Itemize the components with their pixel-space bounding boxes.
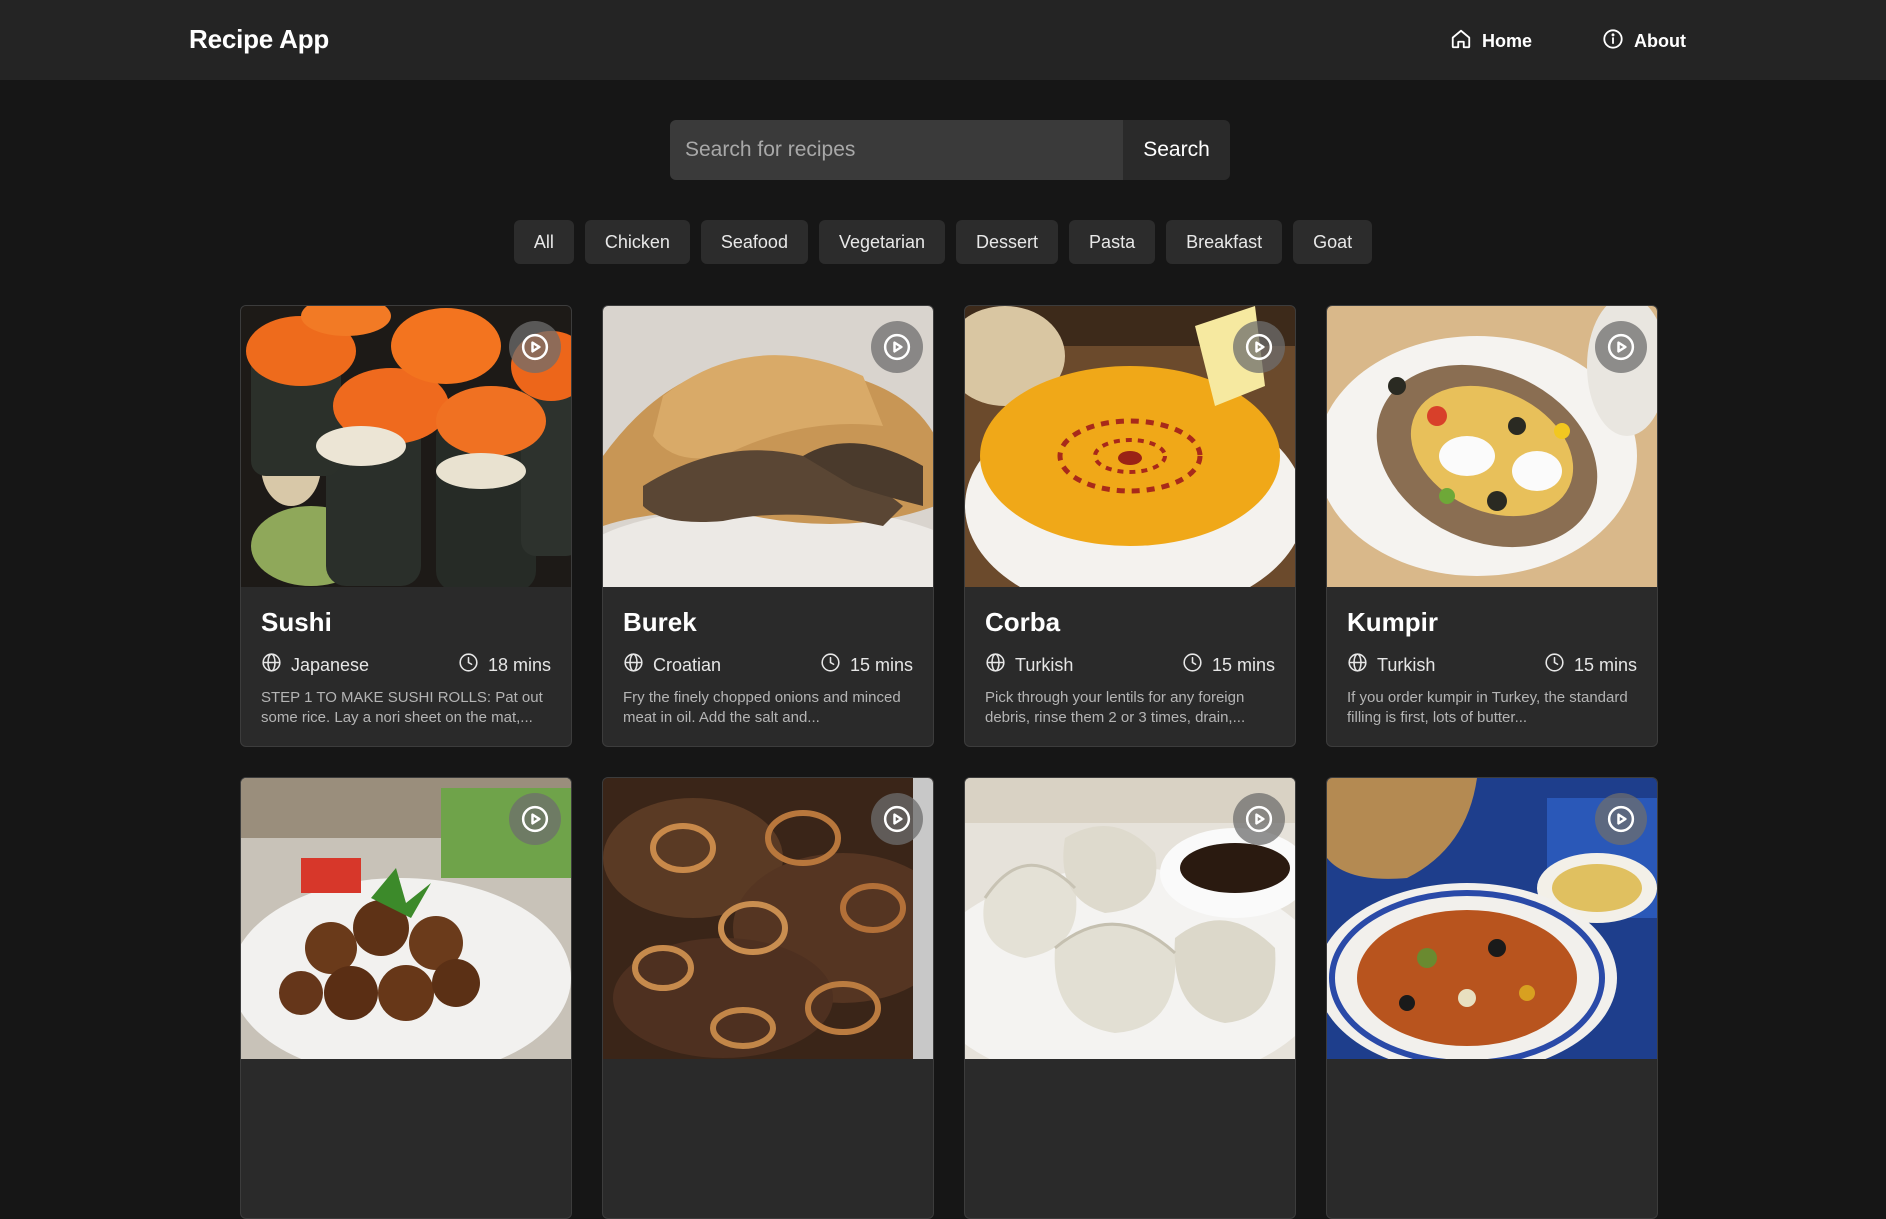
play-icon [1245,333,1273,361]
play-icon [883,333,911,361]
recipe-card[interactable] [240,777,572,1219]
recipe-card[interactable]: Kumpir Turkish 15 mins If you order kump… [1326,305,1658,747]
recipe-time: 15 mins [1211,654,1275,675]
category-chip-pasta[interactable]: Pasta [1069,220,1156,264]
recipe-description: STEP 1 TO MAKE SUSHI ROLLS: Pat out some… [261,689,543,726]
recipe-card[interactable]: Burek Croatian 15 mins Fry the finely ch… [602,305,934,747]
recipe-card[interactable] [602,777,934,1219]
play-video-button[interactable] [509,321,561,373]
globe-icon [985,652,1006,678]
recipe-description: Fry the finely chopped onions and minced… [623,689,901,726]
recipe-image [603,306,933,587]
clock-icon [1544,652,1565,678]
recipe-image [1327,306,1657,587]
recipe-image [965,306,1295,587]
recipe-image [241,306,571,587]
category-chip-goat[interactable]: Goat [1293,220,1373,264]
play-icon [521,805,549,833]
recipe-description: If you order kumpir in Turkey, the stand… [1347,689,1628,726]
search-button[interactable]: Search [1123,120,1230,180]
clock-icon [458,652,479,678]
home-icon [1450,28,1472,55]
app-title[interactable]: Recipe App [189,24,329,55]
recipe-title: Kumpir [1347,607,1438,637]
recipe-card[interactable]: Corba Turkish 15 mins Pick through your … [964,305,1296,747]
play-video-button[interactable] [1233,321,1285,373]
clock-icon [1182,652,1203,678]
category-filter: All Chicken Seafood Vegetarian Dessert P… [0,220,1886,264]
recipe-image [965,778,1295,1059]
nav-home-label: Home [1482,31,1533,51]
play-video-button[interactable] [1233,793,1285,845]
play-video-button[interactable] [1595,793,1647,845]
category-chip-breakfast[interactable]: Breakfast [1166,220,1283,264]
play-icon [883,805,911,833]
globe-icon [1347,652,1368,678]
info-icon [1602,28,1624,55]
category-chip-chicken[interactable]: Chicken [584,220,690,264]
recipe-cuisine: Turkish [1377,654,1436,675]
play-video-button[interactable] [1595,321,1647,373]
recipe-card[interactable] [1326,777,1658,1219]
play-icon [1607,805,1635,833]
category-chip-vegetarian[interactable]: Vegetarian [818,220,946,264]
globe-icon [261,652,282,678]
recipe-title: Burek [623,607,697,637]
recipe-title: Sushi [261,607,332,637]
play-video-button[interactable] [509,793,561,845]
recipe-title: Corba [985,607,1061,637]
recipe-image [241,778,571,1059]
search-input[interactable] [670,120,1123,180]
nav-about-link[interactable]: About [1602,28,1686,55]
recipe-cuisine: Japanese [291,654,370,675]
category-chip-dessert[interactable]: Dessert [956,220,1059,264]
recipe-cuisine: Turkish [1015,654,1074,675]
play-icon [1607,333,1635,361]
globe-icon [623,652,644,678]
recipe-time: 18 mins [487,654,551,675]
nav-about-label: About [1634,31,1686,51]
recipe-card[interactable] [964,777,1296,1219]
clock-icon [820,652,841,678]
play-icon [521,333,549,361]
category-chip-seafood[interactable]: Seafood [700,220,808,264]
recipe-grid: Sushi Japanese 18 mins STEP 1 TO MAKE SU… [240,305,1660,1219]
recipe-image [603,778,933,1059]
recipe-description: Pick through your lentils for any foreig… [985,689,1246,726]
recipe-time: 15 mins [849,654,913,675]
play-video-button[interactable] [871,793,923,845]
recipe-card[interactable]: Sushi Japanese 18 mins STEP 1 TO MAKE SU… [240,305,572,747]
recipe-cuisine: Croatian [653,654,722,675]
recipe-time: 15 mins [1573,654,1637,675]
search-bar: Search [670,120,1230,180]
play-icon [1245,805,1273,833]
category-chip-all[interactable]: All [513,220,574,264]
nav-home-link[interactable]: Home [1450,28,1532,55]
navbar: Recipe App Home About [0,0,1886,80]
play-video-button[interactable] [871,321,923,373]
recipe-image [1327,778,1657,1059]
